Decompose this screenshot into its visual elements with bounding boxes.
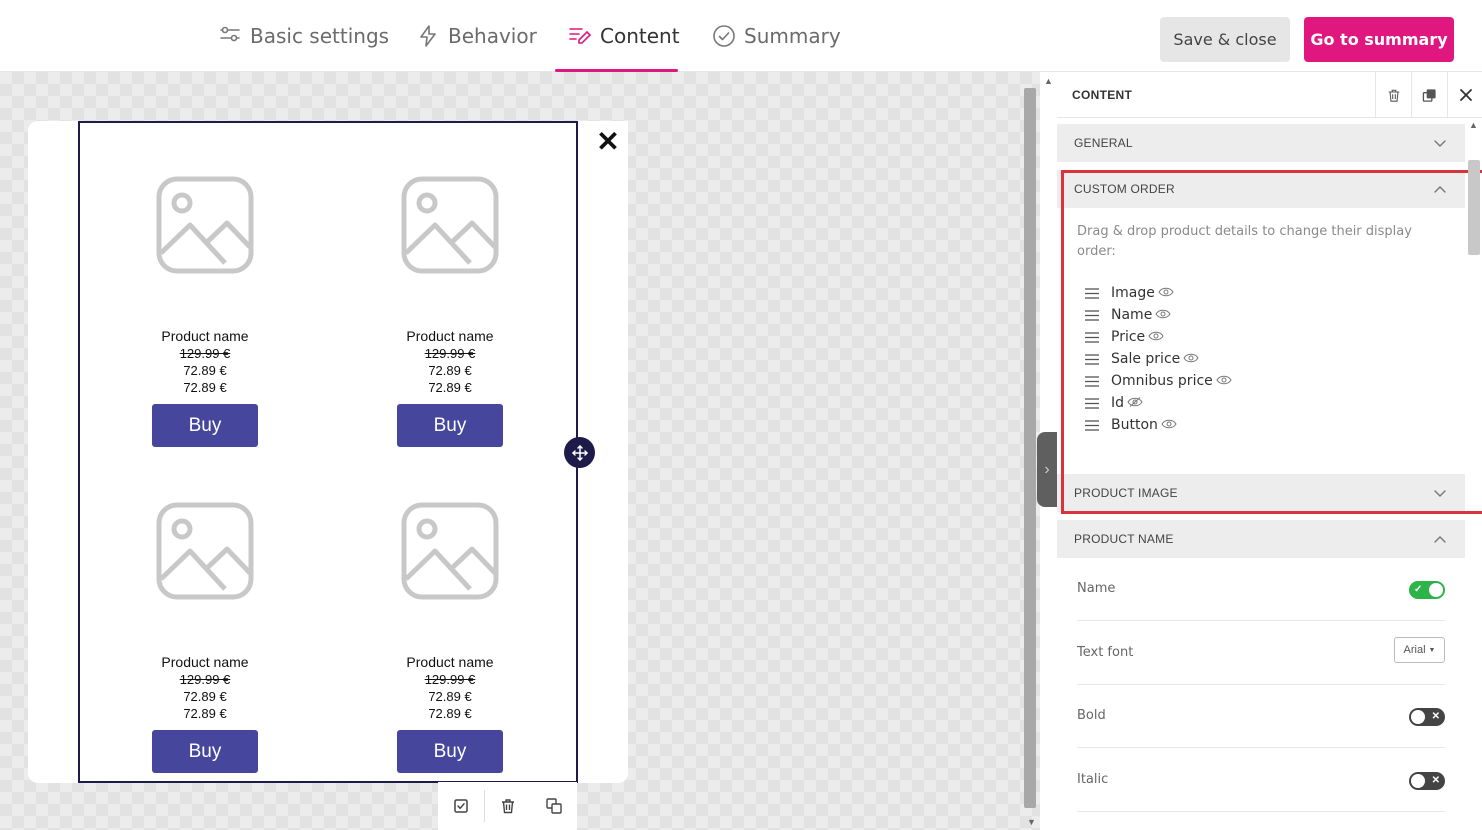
product-omnibus-price: 72.89 €	[183, 706, 227, 721]
section-product-name[interactable]: PRODUCT NAME	[1057, 520, 1465, 558]
lightning-icon	[420, 25, 436, 47]
product-name: Product name	[406, 654, 494, 670]
top-bar: Basic settings Behavior Content Summary …	[0, 0, 1482, 72]
tab-label: Basic settings	[250, 24, 390, 48]
chevron-up-icon	[1434, 536, 1446, 543]
product-price: 72.89 €	[428, 689, 472, 704]
product-omnibus-price: 72.89 €	[428, 706, 472, 721]
product-old-price: 129.99 €	[424, 672, 476, 687]
setting-label: Name	[1077, 581, 1116, 596]
chevron-down-icon	[1434, 140, 1446, 147]
canvas-scrollbar[interactable]	[1024, 88, 1036, 808]
setting-label: Italic	[1077, 772, 1109, 787]
tab-label: Content	[600, 24, 680, 48]
image-placeholder-icon	[156, 176, 254, 274]
section-general[interactable]: GENERAL	[1057, 124, 1465, 162]
product-price: 72.89 €	[428, 363, 472, 378]
duplicate-icon[interactable]	[1411, 72, 1447, 118]
name-visibility-toggle[interactable]: ✓	[1409, 581, 1445, 599]
setting-name-row: Name ✓	[1077, 557, 1445, 621]
setting-bold-row: Bold ✕	[1077, 684, 1445, 748]
tab-content[interactable]: Content	[568, 0, 680, 72]
setting-text-font-row: Text font Arial ▼	[1077, 621, 1445, 685]
product-name: Product name	[161, 654, 249, 670]
trash-icon[interactable]	[485, 782, 531, 830]
save-close-button[interactable]: Save & close	[1160, 17, 1290, 62]
tab-summary[interactable]: Summary	[712, 0, 841, 72]
buy-button[interactable]: Buy	[152, 404, 258, 447]
buy-button[interactable]: Buy	[397, 404, 503, 447]
setting-italic-row: Italic ✕	[1077, 748, 1445, 812]
image-placeholder-icon	[156, 502, 254, 600]
trash-icon[interactable]	[1375, 72, 1411, 118]
image-placeholder-icon	[401, 502, 499, 600]
setting-label: Bold	[1077, 708, 1106, 723]
highlight-annotation	[1061, 170, 1482, 514]
product-card[interactable]: Product name 129.99 € 72.89 € 72.89 € Bu…	[105, 501, 305, 773]
product-name: Product name	[161, 328, 249, 344]
move-handle-icon[interactable]	[564, 437, 595, 468]
panel-title: CONTENT	[1072, 88, 1133, 102]
product-card[interactable]: Product name 129.99 € 72.89 € 72.89 € Bu…	[105, 175, 305, 447]
product-omnibus-price: 72.89 €	[428, 380, 472, 395]
section-title: PRODUCT NAME	[1074, 532, 1174, 546]
product-old-price: 129.99 €	[179, 346, 231, 361]
image-placeholder-icon	[401, 176, 499, 274]
italic-toggle[interactable]: ✕	[1409, 772, 1445, 790]
popup-close-icon[interactable]: ✕	[588, 121, 628, 161]
section-title: GENERAL	[1074, 136, 1133, 150]
panel-scroll-up-arrow-icon[interactable]: ▲	[1469, 120, 1478, 130]
buy-button[interactable]: Buy	[397, 730, 503, 773]
scroll-up-arrow-icon[interactable]: ▲	[1044, 76, 1053, 86]
duplicate-icon[interactable]	[531, 782, 577, 830]
product-name: Product name	[406, 328, 494, 344]
setting-label: Text font	[1077, 645, 1134, 660]
close-icon[interactable]	[1447, 72, 1482, 118]
select-checkbox-icon[interactable]	[438, 782, 484, 830]
product-price: 72.89 €	[183, 363, 227, 378]
panel-scrollbar[interactable]	[1468, 160, 1480, 255]
panel-collapse-toggle[interactable]: ›	[1037, 432, 1057, 507]
product-card[interactable]: Product name 129.99 € 72.89 € 72.89 € Bu…	[350, 175, 550, 447]
product-price: 72.89 €	[183, 689, 227, 704]
tab-basic-settings[interactable]: Basic settings	[218, 0, 389, 72]
content-edit-icon	[569, 28, 592, 44]
scroll-down-arrow-icon[interactable]: ▼	[1027, 817, 1036, 827]
product-old-price: 129.99 €	[424, 346, 476, 361]
tab-label: Summary	[744, 24, 841, 48]
product-card[interactable]: Product name 129.99 € 72.89 € 72.89 € Bu…	[350, 501, 550, 773]
check-circle-icon	[713, 25, 735, 47]
go-to-summary-button[interactable]: Go to summary	[1304, 17, 1454, 62]
bold-toggle[interactable]: ✕	[1409, 708, 1445, 726]
sliders-icon	[220, 26, 240, 42]
text-font-select[interactable]: Arial ▼	[1394, 637, 1445, 663]
tab-behavior[interactable]: Behavior	[416, 0, 537, 72]
product-grid-block[interactable]: Product name 129.99 € 72.89 € 72.89 € Bu…	[78, 121, 578, 783]
product-omnibus-price: 72.89 €	[183, 380, 227, 395]
block-toolbar	[438, 782, 577, 830]
product-old-price: 129.99 €	[179, 672, 231, 687]
caret-down-icon: ▼	[1428, 646, 1436, 654]
font-select-value: Arial	[1403, 644, 1426, 656]
buy-button[interactable]: Buy	[152, 730, 258, 773]
tab-label: Behavior	[448, 24, 537, 48]
panel-header: CONTENT	[1057, 72, 1482, 118]
